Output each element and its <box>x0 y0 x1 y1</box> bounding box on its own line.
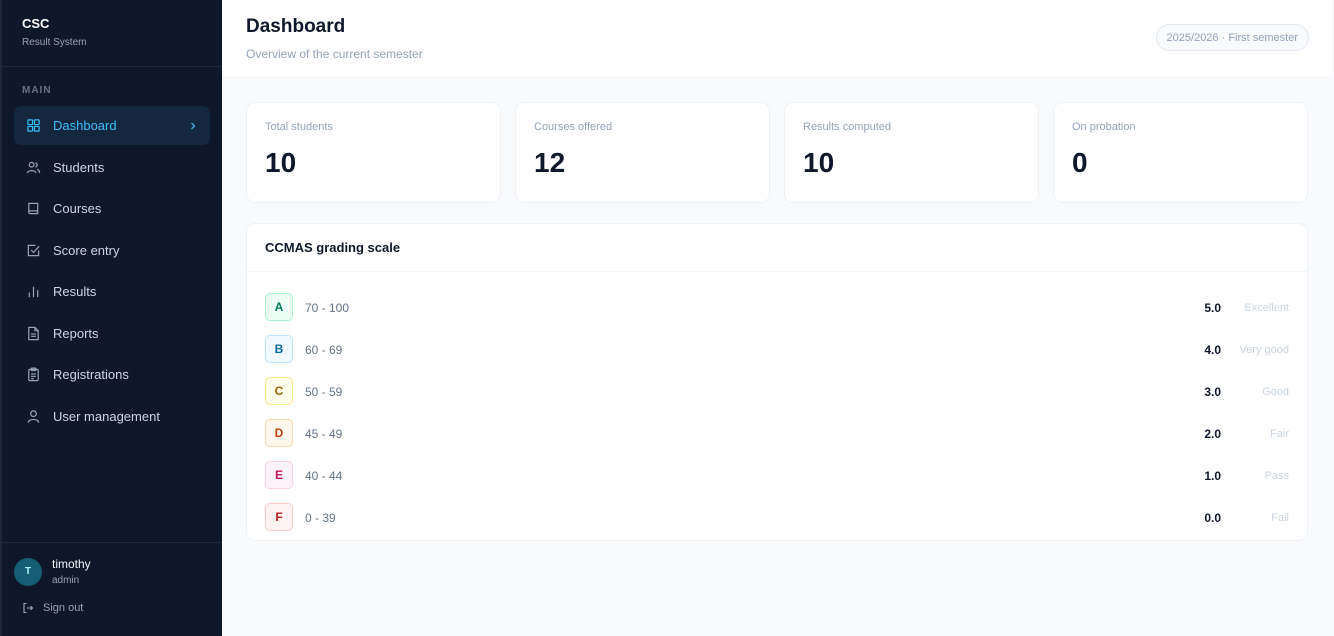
sidebar-item-label: Reports <box>53 325 99 341</box>
sign-out-label: Sign out <box>43 602 84 614</box>
grade-remark: Excellent <box>1244 302 1289 314</box>
stat-label: Courses offered <box>534 121 613 133</box>
stat-card-total-students: Total students 10 <box>246 102 501 203</box>
stat-value: 12 <box>534 147 566 178</box>
page-subtitle: Overview of the current semester <box>246 47 423 61</box>
chevron-right-icon <box>188 121 198 131</box>
file-text-icon <box>26 326 41 341</box>
user-profile[interactable]: T timothy admin <box>14 557 210 586</box>
grade-point: 5.0 <box>1204 301 1221 315</box>
grade-range: 50 - 59 <box>305 385 343 399</box>
user-role: admin <box>52 575 80 586</box>
grade-remark: Pass <box>1264 470 1289 482</box>
grading-scale-list: A 70 - 100 5.0 Excellent B 60 - 69 4.0 V… <box>247 272 1307 539</box>
grade-remark: Fair <box>1270 428 1289 440</box>
book-icon <box>26 201 41 216</box>
sidebar-item-label: Dashboard <box>53 118 117 133</box>
grading-scale-card: CCMAS grading scale A 70 - 100 5.0 Excel… <box>246 223 1308 541</box>
sidebar-item-label: Score entry <box>53 242 120 258</box>
stat-label: On probation <box>1072 121 1136 133</box>
users-icon <box>26 160 41 175</box>
stats-row: Total students 10 Courses offered 12 Res… <box>246 102 1308 203</box>
grade-remark: Good <box>1262 386 1289 398</box>
stat-label: Total students <box>265 121 333 133</box>
sidebar-item-user-management[interactable]: User management <box>14 397 210 436</box>
sidebar-nav: Dashboard Students Courses Score entry R… <box>2 106 222 438</box>
avatar: T <box>14 557 42 586</box>
grade-point: 0.0 <box>1204 511 1221 525</box>
grade-badge: C <box>265 377 293 405</box>
grade-point: 4.0 <box>1204 343 1221 357</box>
sidebar-item-reports[interactable]: Reports <box>14 314 210 353</box>
sidebar-item-label: Courses <box>53 201 102 216</box>
stat-value: 0 <box>1072 147 1088 178</box>
grade-row: B 60 - 69 4.0 Very good <box>265 329 1289 371</box>
sidebar-item-score-entry[interactable]: Score entry <box>14 231 210 270</box>
sidebar-item-label: Registrations <box>53 367 129 382</box>
sidebar-item-registrations[interactable]: Registrations <box>14 355 210 394</box>
bar-chart-icon <box>26 284 41 299</box>
grade-badge: F <box>265 503 293 531</box>
stat-value: 10 <box>803 147 835 178</box>
grading-scale-title: CCMAS grading scale <box>247 224 1307 272</box>
grade-row: A 70 - 100 5.0 Excellent <box>265 287 1289 329</box>
grade-point: 2.0 <box>1204 427 1221 441</box>
grade-remark: Fail <box>1271 512 1289 524</box>
grade-range: 70 - 100 <box>305 301 350 315</box>
sidebar-item-courses[interactable]: Courses <box>14 189 210 228</box>
semester-badge: 2025/2026 · First semester <box>1155 24 1309 51</box>
grade-row: E 40 - 44 1.0 Pass <box>265 455 1289 497</box>
sign-out-button[interactable]: Sign out <box>14 602 210 614</box>
stat-card-courses-offered: Courses offered 12 <box>515 102 770 203</box>
sidebar-item-label: Students <box>53 159 105 175</box>
grade-point: 1.0 <box>1204 469 1221 483</box>
grid-icon <box>26 118 41 133</box>
sidebar-item-label: Results <box>53 284 97 299</box>
page-title: Dashboard <box>246 16 346 37</box>
stat-value: 10 <box>265 147 297 178</box>
check-square-icon <box>26 243 41 258</box>
stat-label: Results computed <box>803 121 892 133</box>
grade-point: 3.0 <box>1204 385 1221 399</box>
grade-badge: A <box>265 293 293 321</box>
user-icon <box>26 409 41 424</box>
sidebar-item-dashboard[interactable]: Dashboard <box>14 106 210 145</box>
sidebar-footer: T timothy admin Sign out <box>2 542 222 636</box>
brand-name: CSC <box>22 16 50 31</box>
brand-subtitle: Result System <box>22 37 87 48</box>
sign-out-icon <box>23 602 34 614</box>
grade-badge: E <box>265 461 293 489</box>
sidebar-item-students[interactable]: Students <box>14 148 210 187</box>
dashboard-content: Total students 10 Courses offered 12 Res… <box>222 78 1332 541</box>
stat-card-results-computed: Results computed 10 <box>784 102 1039 203</box>
grade-badge: B <box>265 335 293 363</box>
grade-range: 0 - 39 <box>305 511 336 525</box>
grade-range: 60 - 69 <box>305 343 343 357</box>
grade-range: 45 - 49 <box>305 427 343 441</box>
sidebar: CSC Result System MAIN Dashboard Student… <box>0 0 222 636</box>
grade-row: C 50 - 59 3.0 Good <box>265 371 1289 413</box>
grade-row: F 0 - 39 0.0 Fail <box>265 497 1289 539</box>
clipboard-icon <box>26 367 41 382</box>
brand: CSC Result System <box>2 0 222 67</box>
grade-badge: D <box>265 419 293 447</box>
sidebar-item-results[interactable]: Results <box>14 272 210 311</box>
grade-remark: Very good <box>1239 344 1289 356</box>
grade-row: D 45 - 49 2.0 Fair <box>265 413 1289 455</box>
grade-range: 40 - 44 <box>305 469 343 483</box>
page-header: Dashboard Overview of the current semest… <box>222 0 1332 78</box>
main-content: Dashboard Overview of the current semest… <box>222 0 1332 636</box>
user-name: timothy <box>52 557 91 571</box>
sidebar-item-label: User management <box>53 408 160 424</box>
stat-card-on-probation: On probation 0 <box>1053 102 1308 203</box>
nav-section-label: MAIN <box>22 85 52 96</box>
